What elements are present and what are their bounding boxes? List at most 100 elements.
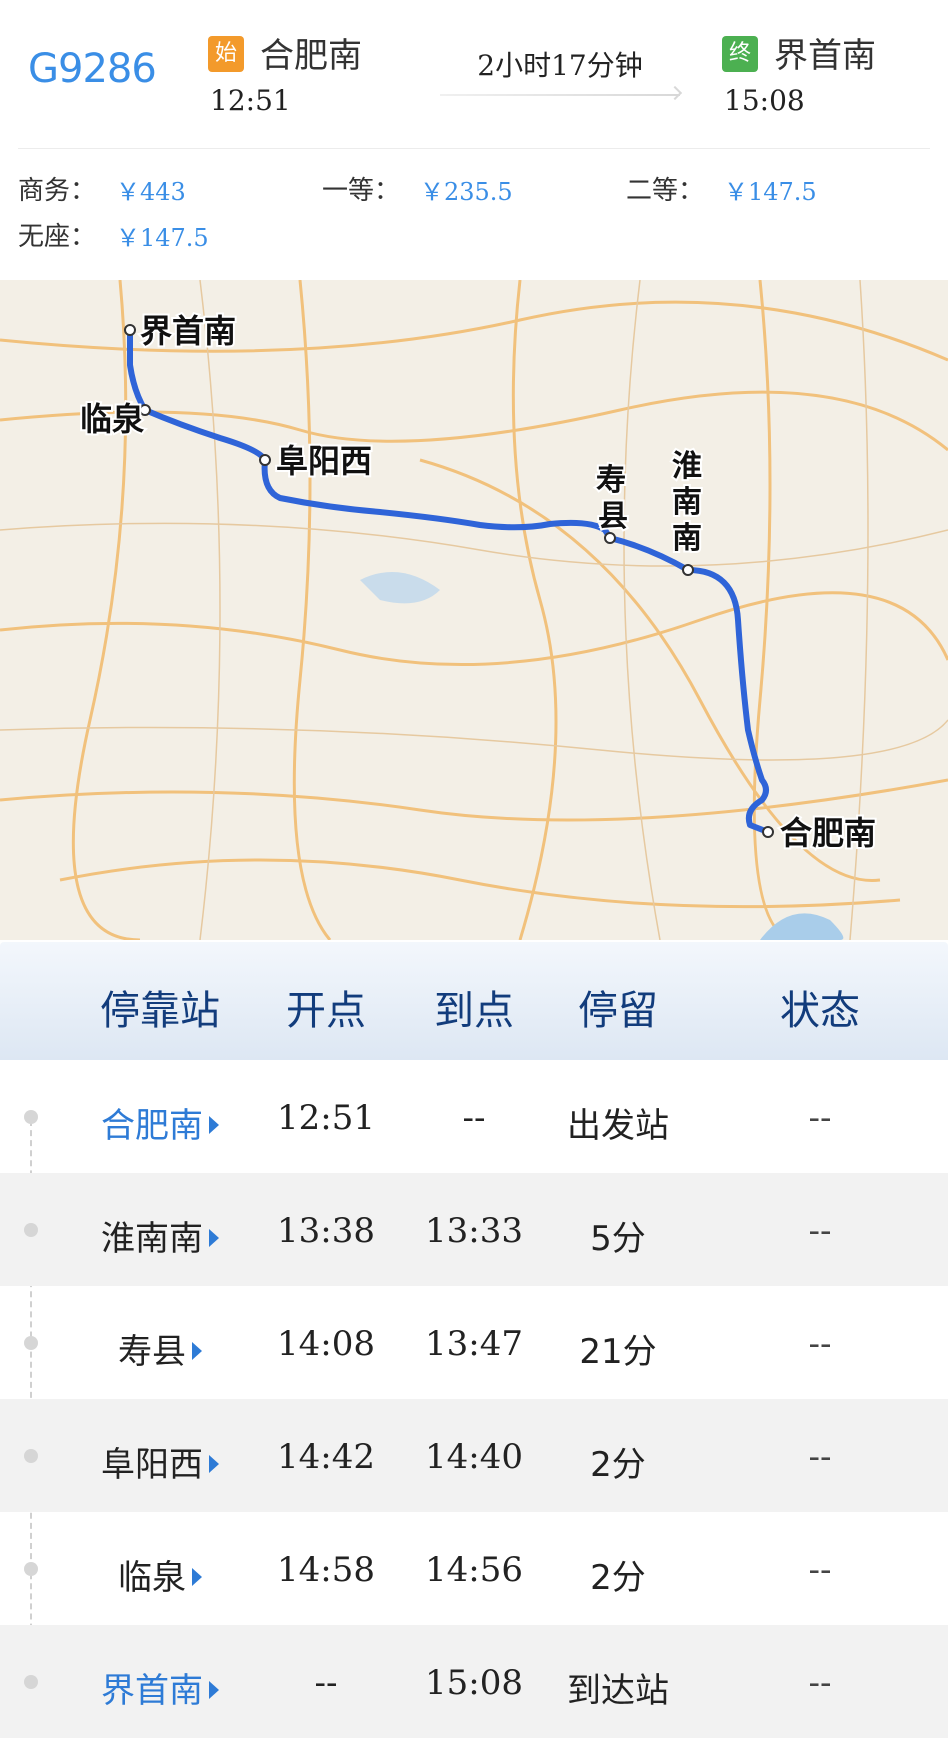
- map-label-shouxian-2: 县: [598, 499, 628, 534]
- arrival-cell: 15:08: [425, 1663, 523, 1703]
- stay-cell: 到达站: [567, 1671, 669, 1711]
- station-name-cell[interactable]: 界首南: [70, 1663, 250, 1712]
- departure-cell: 14:42: [277, 1437, 375, 1477]
- play-right-icon: [209, 1229, 219, 1247]
- start-badge: 始: [208, 36, 244, 72]
- table-row[interactable]: 阜阳西 14:42 14:40 2分 --: [0, 1399, 948, 1512]
- map-label-fuyangxi: 阜阳西: [276, 442, 372, 480]
- col-status: 状态: [780, 988, 860, 1034]
- train-number: G9286: [28, 46, 157, 92]
- table-row[interactable]: 淮南南 13:38 13:33 5分 --: [0, 1173, 948, 1286]
- status-cell: --: [808, 1663, 832, 1703]
- end-station-name: 界首南: [774, 36, 876, 76]
- table-row[interactable]: 寿县 14:08 13:47 21分 --: [0, 1286, 948, 1399]
- arrival-cell: 14:40: [425, 1437, 523, 1477]
- timeline-dot: [24, 1336, 38, 1350]
- departure-cell: --: [314, 1663, 338, 1703]
- station-dot-jieshounan: [124, 324, 136, 336]
- start-time: 12:51: [210, 84, 291, 117]
- route-map-canvas[interactable]: 界首南 临泉 阜阳西 寿 县 淮 南 南 合肥南: [0, 280, 948, 940]
- status-cell: --: [808, 1098, 832, 1138]
- stops-table: 合肥南 12:51 -- 出发站 -- 淮南南 13:38 13:33 5分 -…: [0, 1060, 948, 1738]
- map-label-linquan: 临泉: [80, 400, 144, 438]
- stops-table-header: 停靠站 开点 到点 停留 状态: [0, 942, 948, 1060]
- departure-cell: 13:38: [277, 1211, 375, 1251]
- price-first-class: 一等： ￥235.5: [322, 170, 513, 207]
- status-cell: --: [808, 1437, 832, 1477]
- station-markers: [124, 324, 774, 838]
- col-departure: 开点: [286, 988, 366, 1034]
- play-right-icon: [209, 1455, 219, 1473]
- map-label-huainannan-3: 南: [672, 521, 702, 556]
- station-name[interactable]: 寿县: [118, 1332, 186, 1372]
- map-label-shouxian: 寿: [596, 463, 626, 498]
- table-row[interactable]: 合肥南 12:51 -- 出发站 --: [0, 1060, 948, 1173]
- stay-cell: 2分: [590, 1558, 646, 1598]
- price-value: ￥235.5: [420, 178, 513, 206]
- arrival-cell: 13:47: [425, 1324, 523, 1364]
- timeline-dot: [24, 1449, 38, 1463]
- price-label: 无座：: [18, 222, 97, 252]
- price-list: 商务： ￥443 一等： ￥235.5 二等： ￥147.5 无座： ￥147.…: [0, 170, 948, 270]
- station-dot-fuyangxi: [259, 454, 271, 466]
- river: [360, 572, 440, 604]
- departure-cell: 12:51: [277, 1098, 375, 1138]
- table-row[interactable]: 临泉 14:58 14:56 2分 --: [0, 1512, 948, 1625]
- price-no-seat: 无座： ￥147.5: [18, 216, 209, 253]
- play-right-icon: [209, 1681, 219, 1699]
- map-label-huainannan: 淮: [672, 449, 702, 484]
- station-name-cell[interactable]: 临泉: [70, 1550, 250, 1599]
- map-label-hefeinan: 合肥南: [780, 814, 876, 852]
- station-dot-huainannan: [682, 564, 694, 576]
- stay-cell: 5分: [590, 1219, 646, 1259]
- end-badge: 终: [722, 36, 758, 72]
- status-cell: --: [808, 1550, 832, 1590]
- status-cell: --: [808, 1324, 832, 1364]
- arrival-cell: 14:56: [425, 1550, 523, 1590]
- timeline-dot: [24, 1675, 38, 1689]
- stay-cell: 2分: [590, 1445, 646, 1485]
- timeline-dot: [24, 1562, 38, 1576]
- map-label-huainannan-2: 南: [672, 485, 702, 520]
- arrival-cell: --: [462, 1098, 486, 1138]
- price-value: ￥147.5: [116, 224, 209, 252]
- departure-cell: 14:58: [277, 1550, 375, 1590]
- price-value: ￥147.5: [724, 178, 817, 206]
- price-business: 商务： ￥443: [18, 170, 186, 207]
- station-name-cell[interactable]: 淮南南: [70, 1211, 250, 1260]
- station-dot-shouxian: [604, 532, 616, 544]
- route-map[interactable]: 界首南 临泉 阜阳西 寿 县 淮 南 南 合肥南: [0, 280, 948, 940]
- arrow-right-icon: [667, 85, 683, 101]
- station-name[interactable]: 合肥南: [101, 1106, 203, 1146]
- col-stay: 停留: [578, 988, 658, 1034]
- col-station: 停靠站: [100, 988, 220, 1034]
- station-name[interactable]: 阜阳西: [101, 1445, 203, 1485]
- station-name[interactable]: 临泉: [118, 1558, 186, 1598]
- lake: [760, 913, 844, 940]
- duration-line: [440, 94, 680, 96]
- train-header: G9286 始 合肥南 12:51 2小时17分钟 终 界首南 15:08: [0, 0, 948, 150]
- table-row[interactable]: 界首南 -- 15:08 到达站 --: [0, 1625, 948, 1738]
- station-name-cell[interactable]: 寿县: [70, 1324, 250, 1373]
- station-name[interactable]: 界首南: [101, 1671, 203, 1711]
- station-name-cell[interactable]: 合肥南: [70, 1098, 250, 1147]
- departure-cell: 14:08: [277, 1324, 375, 1364]
- price-label: 二等：: [626, 176, 705, 206]
- status-cell: --: [808, 1211, 832, 1251]
- start-station-name: 合肥南: [260, 36, 362, 76]
- arrival-cell: 13:33: [425, 1211, 523, 1251]
- timeline-dot: [24, 1110, 38, 1124]
- play-right-icon: [209, 1116, 219, 1134]
- col-arrival: 到点: [434, 988, 514, 1034]
- price-label: 商务：: [18, 176, 97, 206]
- play-right-icon: [192, 1342, 202, 1360]
- station-name[interactable]: 淮南南: [101, 1219, 203, 1259]
- stay-cell: 21分: [579, 1332, 657, 1372]
- station-dot-hefeinan: [762, 826, 774, 838]
- price-value: ￥443: [116, 178, 186, 206]
- end-time: 15:08: [724, 84, 805, 117]
- header-divider: [18, 148, 930, 149]
- map-label-jieshounan: 界首南: [140, 312, 236, 350]
- price-second-class: 二等： ￥147.5: [626, 170, 817, 207]
- station-name-cell[interactable]: 阜阳西: [70, 1437, 250, 1486]
